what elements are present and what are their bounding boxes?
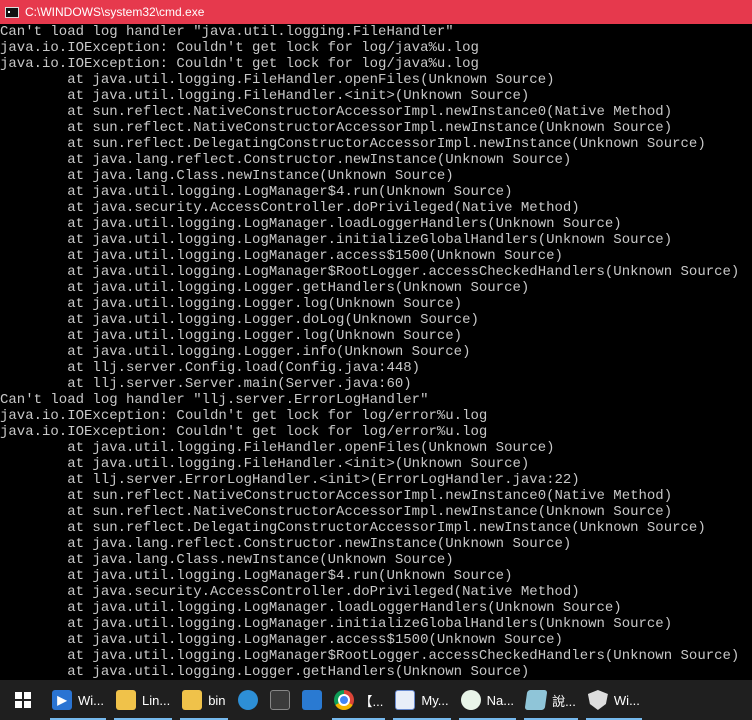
console-line: at llj.server.ErrorLogHandler.<init>(Err… xyxy=(0,472,580,488)
console-line: at llj.server.Server.main(Server.java:60… xyxy=(0,376,412,392)
chart-app-icon xyxy=(395,690,416,710)
notepad-icon xyxy=(524,690,548,710)
console-line: at java.util.logging.FileHandler.<init>(… xyxy=(0,456,530,472)
console-line: java.io.IOException: Couldn't get lock f… xyxy=(0,424,488,440)
taskbar-item-chrome[interactable]: 【... xyxy=(328,680,390,720)
taskbar-item-label: Na... xyxy=(486,692,515,708)
taskbar-item-label: Lin... xyxy=(142,692,171,708)
taskbar-item-label: bin xyxy=(208,692,226,708)
taskbar-item-label: 【... xyxy=(359,693,384,709)
shield-icon xyxy=(587,690,608,710)
console-line: at java.util.logging.LogManager.loadLogg… xyxy=(0,216,622,232)
console-line: at java.util.logging.FileHandler.<init>(… xyxy=(0,88,530,104)
console-line: at java.util.logging.Logger.info(Unknown… xyxy=(0,344,471,360)
console-line: at java.util.logging.LogManager$RootLogg… xyxy=(0,648,740,664)
console-line: at java.util.logging.Logger.getHandlers(… xyxy=(0,280,530,296)
console-line: at java.lang.Class.newInstance(Unknown S… xyxy=(0,552,454,568)
chrome-icon xyxy=(333,690,354,710)
edge-icon xyxy=(237,690,258,710)
console-line: java.io.IOException: Couldn't get lock f… xyxy=(0,40,479,56)
console-line: at sun.reflect.NativeConstructorAccessor… xyxy=(0,504,673,520)
folder-icon xyxy=(182,690,203,710)
cmd-icon xyxy=(5,6,19,18)
taskbar-item-notepad[interactable]: 說... xyxy=(520,680,582,720)
console-line: at java.util.logging.LogManager.initiali… xyxy=(0,232,673,248)
console-line: at java.lang.reflect.Constructor.newInst… xyxy=(0,536,572,552)
console-line: at java.util.logging.LogManager.access$1… xyxy=(0,632,563,648)
taskbar: ▶ Wi... Lin... bin 【... My... Na... 說...… xyxy=(0,680,752,720)
taskbar-item-label: Wi... xyxy=(613,692,640,708)
window-title: C:\WINDOWS\system32\cmd.exe xyxy=(25,5,205,19)
navicat-icon xyxy=(460,690,481,710)
console-line: at java.util.logging.Logger.doLog(Unknow… xyxy=(0,312,479,328)
console-line: java.io.IOException: Couldn't get lock f… xyxy=(0,56,479,72)
taskbar-item-chart-app[interactable]: My... xyxy=(389,680,454,720)
console-line: at sun.reflect.DelegatingConstructorAcce… xyxy=(0,136,706,152)
console-line: at java.util.logging.Logger.log(Unknown … xyxy=(0,328,463,344)
console-text: Can't load log handler "java.util.loggin… xyxy=(0,24,752,680)
console-line: at java.lang.Class.newInstance(Unknown S… xyxy=(0,168,454,184)
console-line: at java.util.logging.LogManager$4.run(Un… xyxy=(0,568,513,584)
taskbar-item-folder-lin[interactable]: Lin... xyxy=(110,680,176,720)
taskbar-item-media-player[interactable]: ▶ Wi... xyxy=(46,680,110,720)
taskbar-item-label: Wi... xyxy=(78,692,104,708)
console-line: at java.util.logging.Logger.getHandlers(… xyxy=(0,664,530,680)
taskbar-item-navicat[interactable]: Na... xyxy=(455,680,520,720)
console-line: at java.util.logging.Logger.log(Unknown … xyxy=(0,296,463,312)
console-line: at sun.reflect.NativeConstructorAccessor… xyxy=(0,120,673,136)
console-line: at java.util.logging.FileHandler.openFil… xyxy=(0,72,555,88)
windows-logo-icon xyxy=(15,692,31,708)
window-titlebar[interactable]: C:\WINDOWS\system32\cmd.exe xyxy=(0,0,752,24)
console-line: at java.util.logging.FileHandler.openFil… xyxy=(0,440,555,456)
taskbar-item-folder-bin[interactable]: bin xyxy=(176,680,231,720)
console-line: at java.util.logging.LogManager.loadLogg… xyxy=(0,600,622,616)
console-line: at java.util.logging.LogManager.access$1… xyxy=(0,248,563,264)
console-line: at sun.reflect.NativeConstructorAccessor… xyxy=(0,104,673,120)
console-line: at sun.reflect.DelegatingConstructorAcce… xyxy=(0,520,706,536)
console-line: at llj.server.Config.load(Config.java:44… xyxy=(0,360,421,376)
console-line: at java.util.logging.LogManager$RootLogg… xyxy=(0,264,740,280)
console-line: at java.util.logging.LogManager.initiali… xyxy=(0,616,673,632)
taskbar-item-label: 說... xyxy=(552,693,576,709)
console-line: at java.security.AccessController.doPriv… xyxy=(0,584,580,600)
console-output[interactable]: Can't load log handler "java.util.loggin… xyxy=(0,24,752,680)
console-line: at java.lang.reflect.Constructor.newInst… xyxy=(0,152,572,168)
folder-icon xyxy=(116,690,136,710)
start-button[interactable] xyxy=(0,680,46,720)
mail-icon xyxy=(301,690,322,710)
taskbar-item-edge[interactable] xyxy=(232,680,264,720)
taskbar-item-label: My... xyxy=(421,692,449,708)
console-line: at java.security.AccessController.doPriv… xyxy=(0,200,580,216)
taskbar-item-security[interactable]: Wi... xyxy=(582,680,646,720)
console-line: Can't load log handler "llj.server.Error… xyxy=(0,392,429,408)
taskbar-item-calculator[interactable] xyxy=(264,680,296,720)
console-line: at java.util.logging.LogManager$4.run(Un… xyxy=(0,184,513,200)
console-line: java.io.IOException: Couldn't get lock f… xyxy=(0,408,488,424)
console-line: Can't load log handler "java.util.loggin… xyxy=(0,24,454,40)
calculator-icon xyxy=(269,690,290,710)
console-line: at sun.reflect.NativeConstructorAccessor… xyxy=(0,488,673,504)
media-player-icon: ▶ xyxy=(52,690,72,710)
taskbar-item-mail[interactable] xyxy=(296,680,328,720)
